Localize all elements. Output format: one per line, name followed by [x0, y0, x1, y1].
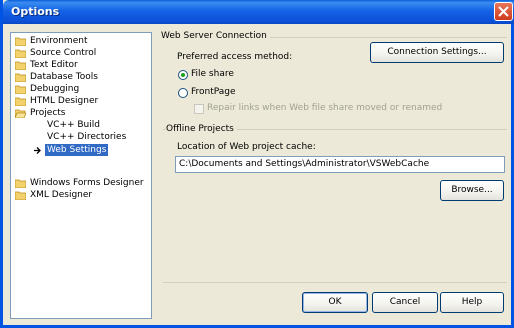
folder-icon [15, 49, 26, 58]
folder-icon [15, 97, 26, 106]
options-window: Options Environment Source Control Text … [0, 0, 514, 328]
file-share-label: File share [191, 69, 234, 79]
options-tree[interactable]: Environment Source Control Text Editor D… [10, 32, 152, 319]
folder-icon [15, 37, 26, 46]
tree-item-label: Projects [30, 108, 66, 118]
offline-group-title: Offline Projects [166, 124, 237, 134]
folder-icon [15, 61, 26, 70]
close-button[interactable] [494, 2, 513, 21]
tree-item-label: Debugging [30, 84, 80, 94]
radio-selected-dot [181, 73, 185, 77]
tree-item-label: VC++ Build [47, 120, 100, 130]
tree-item-label: Source Control [30, 48, 97, 58]
title-bar[interactable]: Options [3, 0, 514, 24]
repair-links-label: Repair links when Web file share moved o… [207, 103, 443, 113]
folder-icon [15, 85, 26, 94]
frontpage-label: FrontPage [191, 87, 236, 97]
preferred-access-label: Preferred access method: [177, 52, 293, 62]
arrow-right-icon [34, 147, 41, 154]
repair-links-checkbox[interactable] [194, 104, 204, 114]
tree-item-label: VC++ Directories [47, 132, 127, 142]
footer-divider [163, 282, 507, 283]
connection-settings-button[interactable]: Connection Settings... [370, 42, 504, 63]
window-title: Options [11, 5, 60, 18]
folder-icon [15, 73, 26, 82]
help-button[interactable]: Help [440, 292, 504, 313]
close-icon [498, 6, 509, 17]
tree-item-label: HTML Designer [30, 96, 99, 106]
ok-button[interactable]: OK [302, 292, 368, 313]
cache-location-label: Location of Web project cache: [177, 142, 316, 152]
tree-item-label: Windows Forms Designer [30, 178, 144, 188]
frontpage-radio[interactable] [178, 88, 188, 98]
browse-button[interactable]: Browse... [440, 180, 504, 201]
folder-icon [15, 179, 26, 188]
open-folder-icon [15, 109, 26, 118]
file-share-radio[interactable] [178, 70, 188, 80]
tree-item-label: Environment [30, 36, 88, 46]
cache-path-input[interactable]: C:\Documents and Settings\Administrator\… [175, 156, 505, 173]
tree-item-label: XML Designer [30, 190, 93, 200]
web-server-group-title: Web Server Connection [161, 31, 270, 41]
tree-item-label: Text Editor [30, 60, 78, 70]
tree-item-label: Database Tools [30, 72, 98, 82]
folder-icon [15, 191, 26, 200]
tree-item-label: Web Settings [45, 144, 109, 156]
cancel-button[interactable]: Cancel [372, 292, 438, 313]
